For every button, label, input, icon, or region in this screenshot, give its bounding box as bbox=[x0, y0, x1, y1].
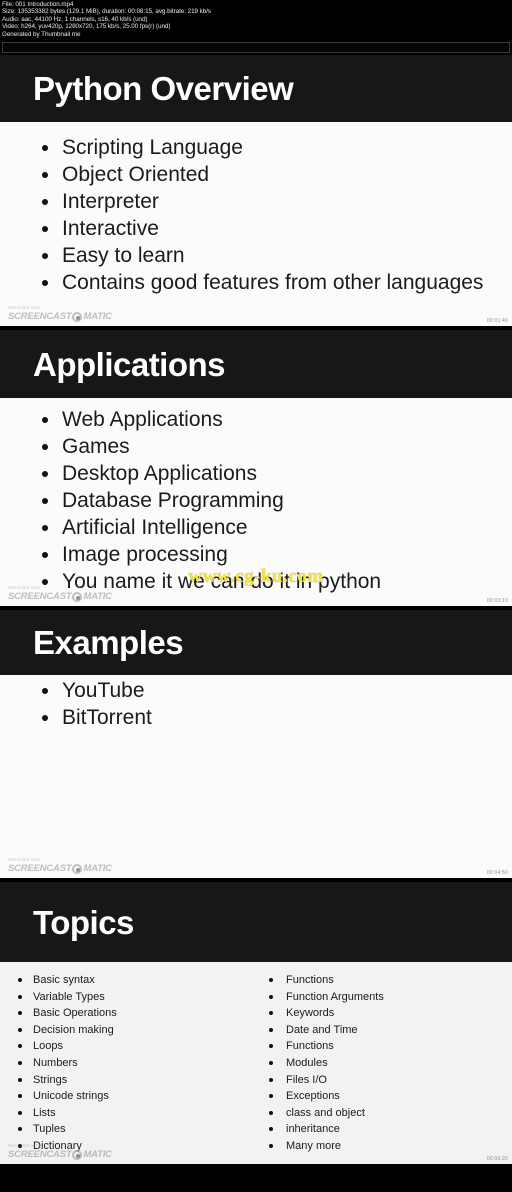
topics-columns: Basic syntax Variable Types Basic Operat… bbox=[0, 972, 512, 1155]
metadata-line-video: Video: h264, yuv420p, 1280x720, 175 kb/s… bbox=[2, 23, 171, 31]
slide-bullet-list: Scripting Language Object Oriented Inter… bbox=[0, 134, 512, 296]
list-item: Decision making bbox=[0, 1022, 256, 1039]
thumbnail-frame[interactable]: Examples YouTube BitTorrent Recorded wit… bbox=[0, 610, 512, 882]
list-item: BitTorrent bbox=[0, 704, 512, 731]
list-item: Artificial Intelligence bbox=[0, 514, 512, 541]
slide-body: Scripting Language Object Oriented Inter… bbox=[0, 122, 512, 326]
list-item: Date and Time bbox=[256, 1022, 512, 1039]
metadata-line-size: Size: 135353382 bytes (129.1 MiB), durat… bbox=[2, 8, 212, 16]
slide-title: Topics bbox=[33, 903, 134, 941]
slide-body: Basic syntax Variable Types Basic Operat… bbox=[0, 962, 512, 1164]
slide-title: Examples bbox=[33, 624, 184, 661]
list-item: Variable Types bbox=[0, 989, 256, 1006]
list-item: Contains good features from other langua… bbox=[0, 269, 512, 296]
list-item: Modules bbox=[256, 1055, 512, 1072]
slide-bullet-list: Functions Function Arguments Keywords Da… bbox=[256, 972, 512, 1155]
list-item: Strings bbox=[0, 1072, 256, 1089]
list-item: inheritance bbox=[256, 1121, 512, 1138]
frame-timestamp: 00:03:10 bbox=[486, 598, 508, 604]
list-item: Basic syntax bbox=[0, 972, 256, 989]
list-item: You name it we can do it in python bbox=[0, 568, 512, 595]
list-item: Function Arguments bbox=[256, 989, 512, 1006]
slide-title-bar: Topics bbox=[0, 882, 512, 962]
list-item: Lists bbox=[0, 1105, 256, 1122]
thumbnail-sheet: Python Overview Scripting Language Objec… bbox=[0, 55, 512, 1164]
metadata-empty-strip bbox=[2, 42, 510, 53]
slide-title: Python Overview bbox=[33, 70, 294, 107]
frame-timestamp: 00:04:50 bbox=[486, 870, 508, 876]
list-item: Dictionary bbox=[0, 1138, 256, 1155]
list-item: Tuples bbox=[0, 1121, 256, 1138]
list-item: Basic Operations bbox=[0, 1005, 256, 1022]
slide-title-bar: Python Overview bbox=[0, 55, 512, 122]
list-item: Keywords bbox=[256, 1005, 512, 1022]
thumbnail-frame[interactable]: Topics Basic syntax Variable Types Basic… bbox=[0, 882, 512, 1164]
frame-timestamp: 00:01:40 bbox=[486, 318, 508, 324]
slide-title: Applications bbox=[33, 345, 226, 383]
slide-bullet-list: Web Applications Games Desktop Applicati… bbox=[0, 406, 512, 595]
frame-timestamp: 00:06:20 bbox=[486, 1156, 508, 1162]
list-item: Functions bbox=[256, 1038, 512, 1055]
list-item: Interactive bbox=[0, 215, 512, 242]
list-item: Files I/O bbox=[256, 1072, 512, 1089]
slide-body: Web Applications Games Desktop Applicati… bbox=[0, 398, 512, 606]
slide-title-bar: Examples bbox=[0, 610, 512, 675]
list-item: class and object bbox=[256, 1105, 512, 1122]
list-item: Database Programming bbox=[0, 487, 512, 514]
list-item: Image processing bbox=[0, 541, 512, 568]
slide-body: YouTube BitTorrent bbox=[0, 675, 512, 878]
list-item: Easy to learn bbox=[0, 242, 512, 269]
list-item: Games bbox=[0, 433, 512, 460]
slide-bullet-list: Basic syntax Variable Types Basic Operat… bbox=[0, 972, 256, 1155]
thumbnail-frame[interactable]: Applications Web Applications Games Desk… bbox=[0, 330, 512, 610]
list-item: Desktop Applications bbox=[0, 460, 512, 487]
list-item: Unicode strings bbox=[0, 1088, 256, 1105]
list-item: Web Applications bbox=[0, 406, 512, 433]
list-item: YouTube bbox=[0, 677, 512, 704]
topics-column-left: Basic syntax Variable Types Basic Operat… bbox=[0, 972, 256, 1155]
list-item: Functions bbox=[256, 972, 512, 989]
thumbnail-frame[interactable]: Python Overview Scripting Language Objec… bbox=[0, 55, 512, 330]
slide-title-bar: Applications bbox=[0, 330, 512, 398]
list-item: Many more bbox=[256, 1138, 512, 1155]
topics-column-right: Functions Function Arguments Keywords Da… bbox=[256, 972, 512, 1155]
metadata-line-generator: Generated by Thumbnail me bbox=[2, 30, 81, 38]
list-item: Scripting Language bbox=[0, 134, 512, 161]
list-item: Exceptions bbox=[256, 1088, 512, 1105]
list-item: Loops bbox=[0, 1038, 256, 1055]
list-item: Numbers bbox=[0, 1055, 256, 1072]
slide-bullet-list: YouTube BitTorrent bbox=[0, 677, 512, 731]
list-item: Object Oriented bbox=[0, 161, 512, 188]
media-metadata-header: File: 001 Introduction.mp4 Size: 1353533… bbox=[0, 0, 512, 55]
list-item: Interpreter bbox=[0, 188, 512, 215]
